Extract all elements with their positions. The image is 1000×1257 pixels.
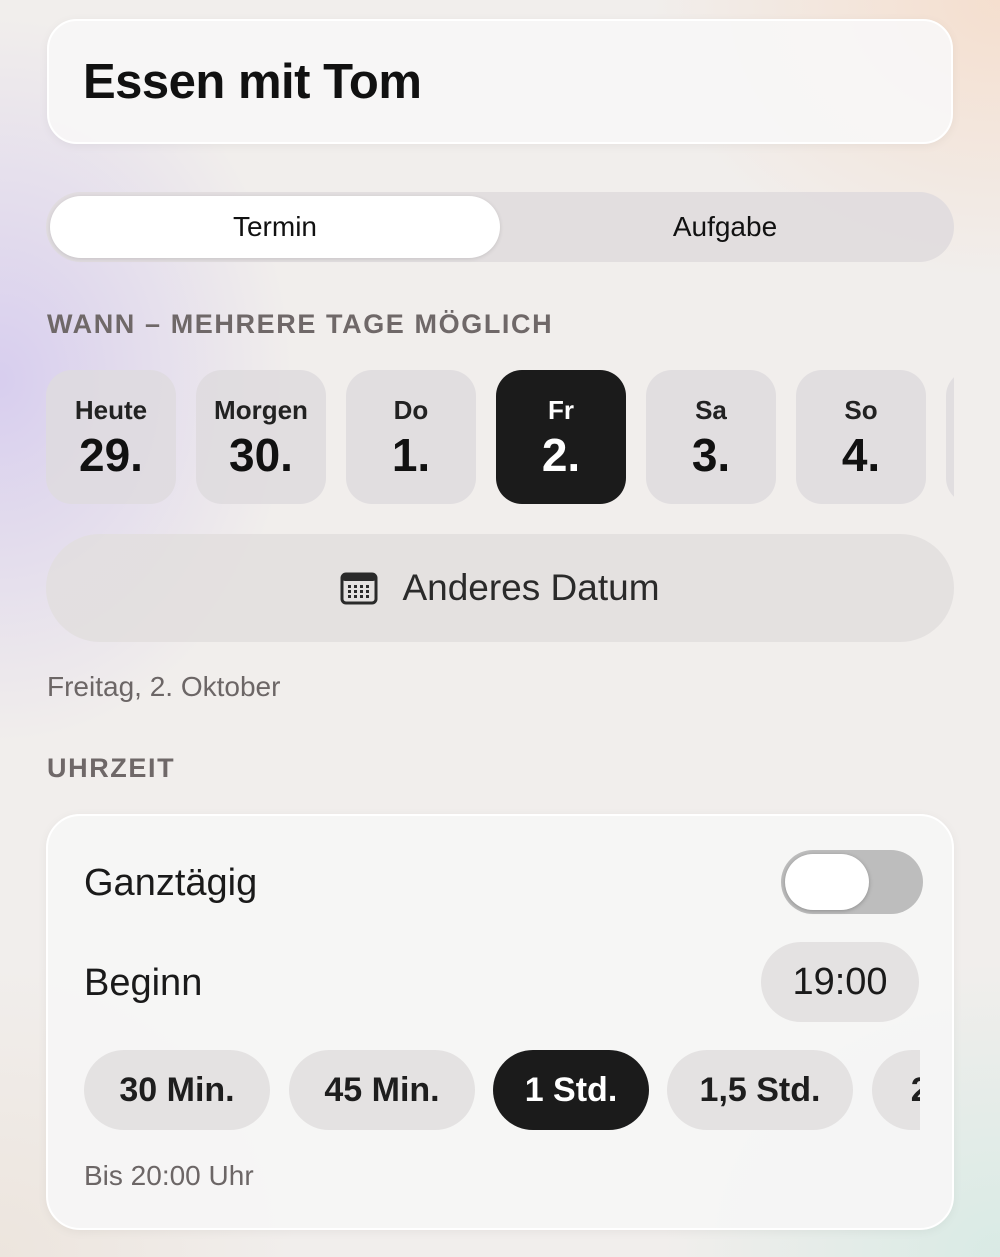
duration-chip-1std[interactable]: 1 Std. [493,1050,649,1130]
start-label: Beginn [84,962,203,1004]
toggle-knob [785,854,869,910]
day-chip-name: Heute [74,394,148,425]
time-card: Ganztägig Beginn 19:00 30 Min. 45 Min. 1… [46,814,954,1230]
type-segmented-control: Termin Aufgabe [46,192,954,262]
when-section-label: WANN – MEHRERE TAGE MÖGLICH [47,309,554,339]
day-chip-name: So [844,394,878,425]
day-picker: Heute 29. Morgen 30. Do 1. Fr 2. Sa 3. S… [46,370,954,506]
day-chip-number: 3. [691,428,731,481]
day-chip-number: 1. [391,428,431,481]
day-chip-number: 29. [79,428,143,481]
event-title[interactable]: Essen mit Tom [83,54,422,110]
day-chip-number: 4. [841,428,881,481]
title-field[interactable]: Essen mit Tom [47,19,953,144]
segment-aufgabe[interactable]: Aufgabe [500,196,950,258]
duration-chip-2std[interactable]: 2 Std. [872,1050,920,1130]
other-date-button[interactable]: Anderes Datum [46,534,954,642]
start-time-button[interactable]: 19:00 [761,942,919,1022]
day-chip-heute[interactable]: Heute 29. [46,370,176,504]
duration-chip-1-5std[interactable]: 1,5 Std. [667,1050,853,1130]
day-chip-morgen[interactable]: Morgen 30. [196,370,326,504]
day-chip-number: 2. [541,428,581,481]
other-date-label: Anderes Datum [402,567,660,608]
day-chip-mo[interactable]: Mo 5. [946,370,954,504]
time-section-label: UHRZEIT [47,753,176,783]
day-chip-name: Do [393,394,429,425]
day-chip-number: 30. [229,428,293,481]
segment-termin[interactable]: Termin [50,196,500,258]
duration-chip-45min[interactable]: 45 Min. [289,1050,475,1130]
calendar-icon [340,572,378,605]
day-chip-name: Sa [695,394,727,425]
end-time-text: Bis 20:00 Uhr [84,1160,254,1191]
selected-date-text: Freitag, 2. Oktober [47,671,281,702]
day-chip-name: Morgen [214,394,308,425]
day-chip-do[interactable]: Do 1. [346,370,476,504]
day-chip-fr[interactable]: Fr 2. [496,370,626,504]
duration-picker: 30 Min. 45 Min. 1 Std. 1,5 Std. 2 Std. [84,1050,920,1132]
allday-label: Ganztägig [84,862,258,904]
day-chip-so[interactable]: So 4. [796,370,926,504]
day-chip-sa[interactable]: Sa 3. [646,370,776,504]
allday-toggle[interactable] [781,850,923,914]
day-chip-name: Fr [548,394,574,425]
duration-chip-30min[interactable]: 30 Min. [84,1050,270,1130]
